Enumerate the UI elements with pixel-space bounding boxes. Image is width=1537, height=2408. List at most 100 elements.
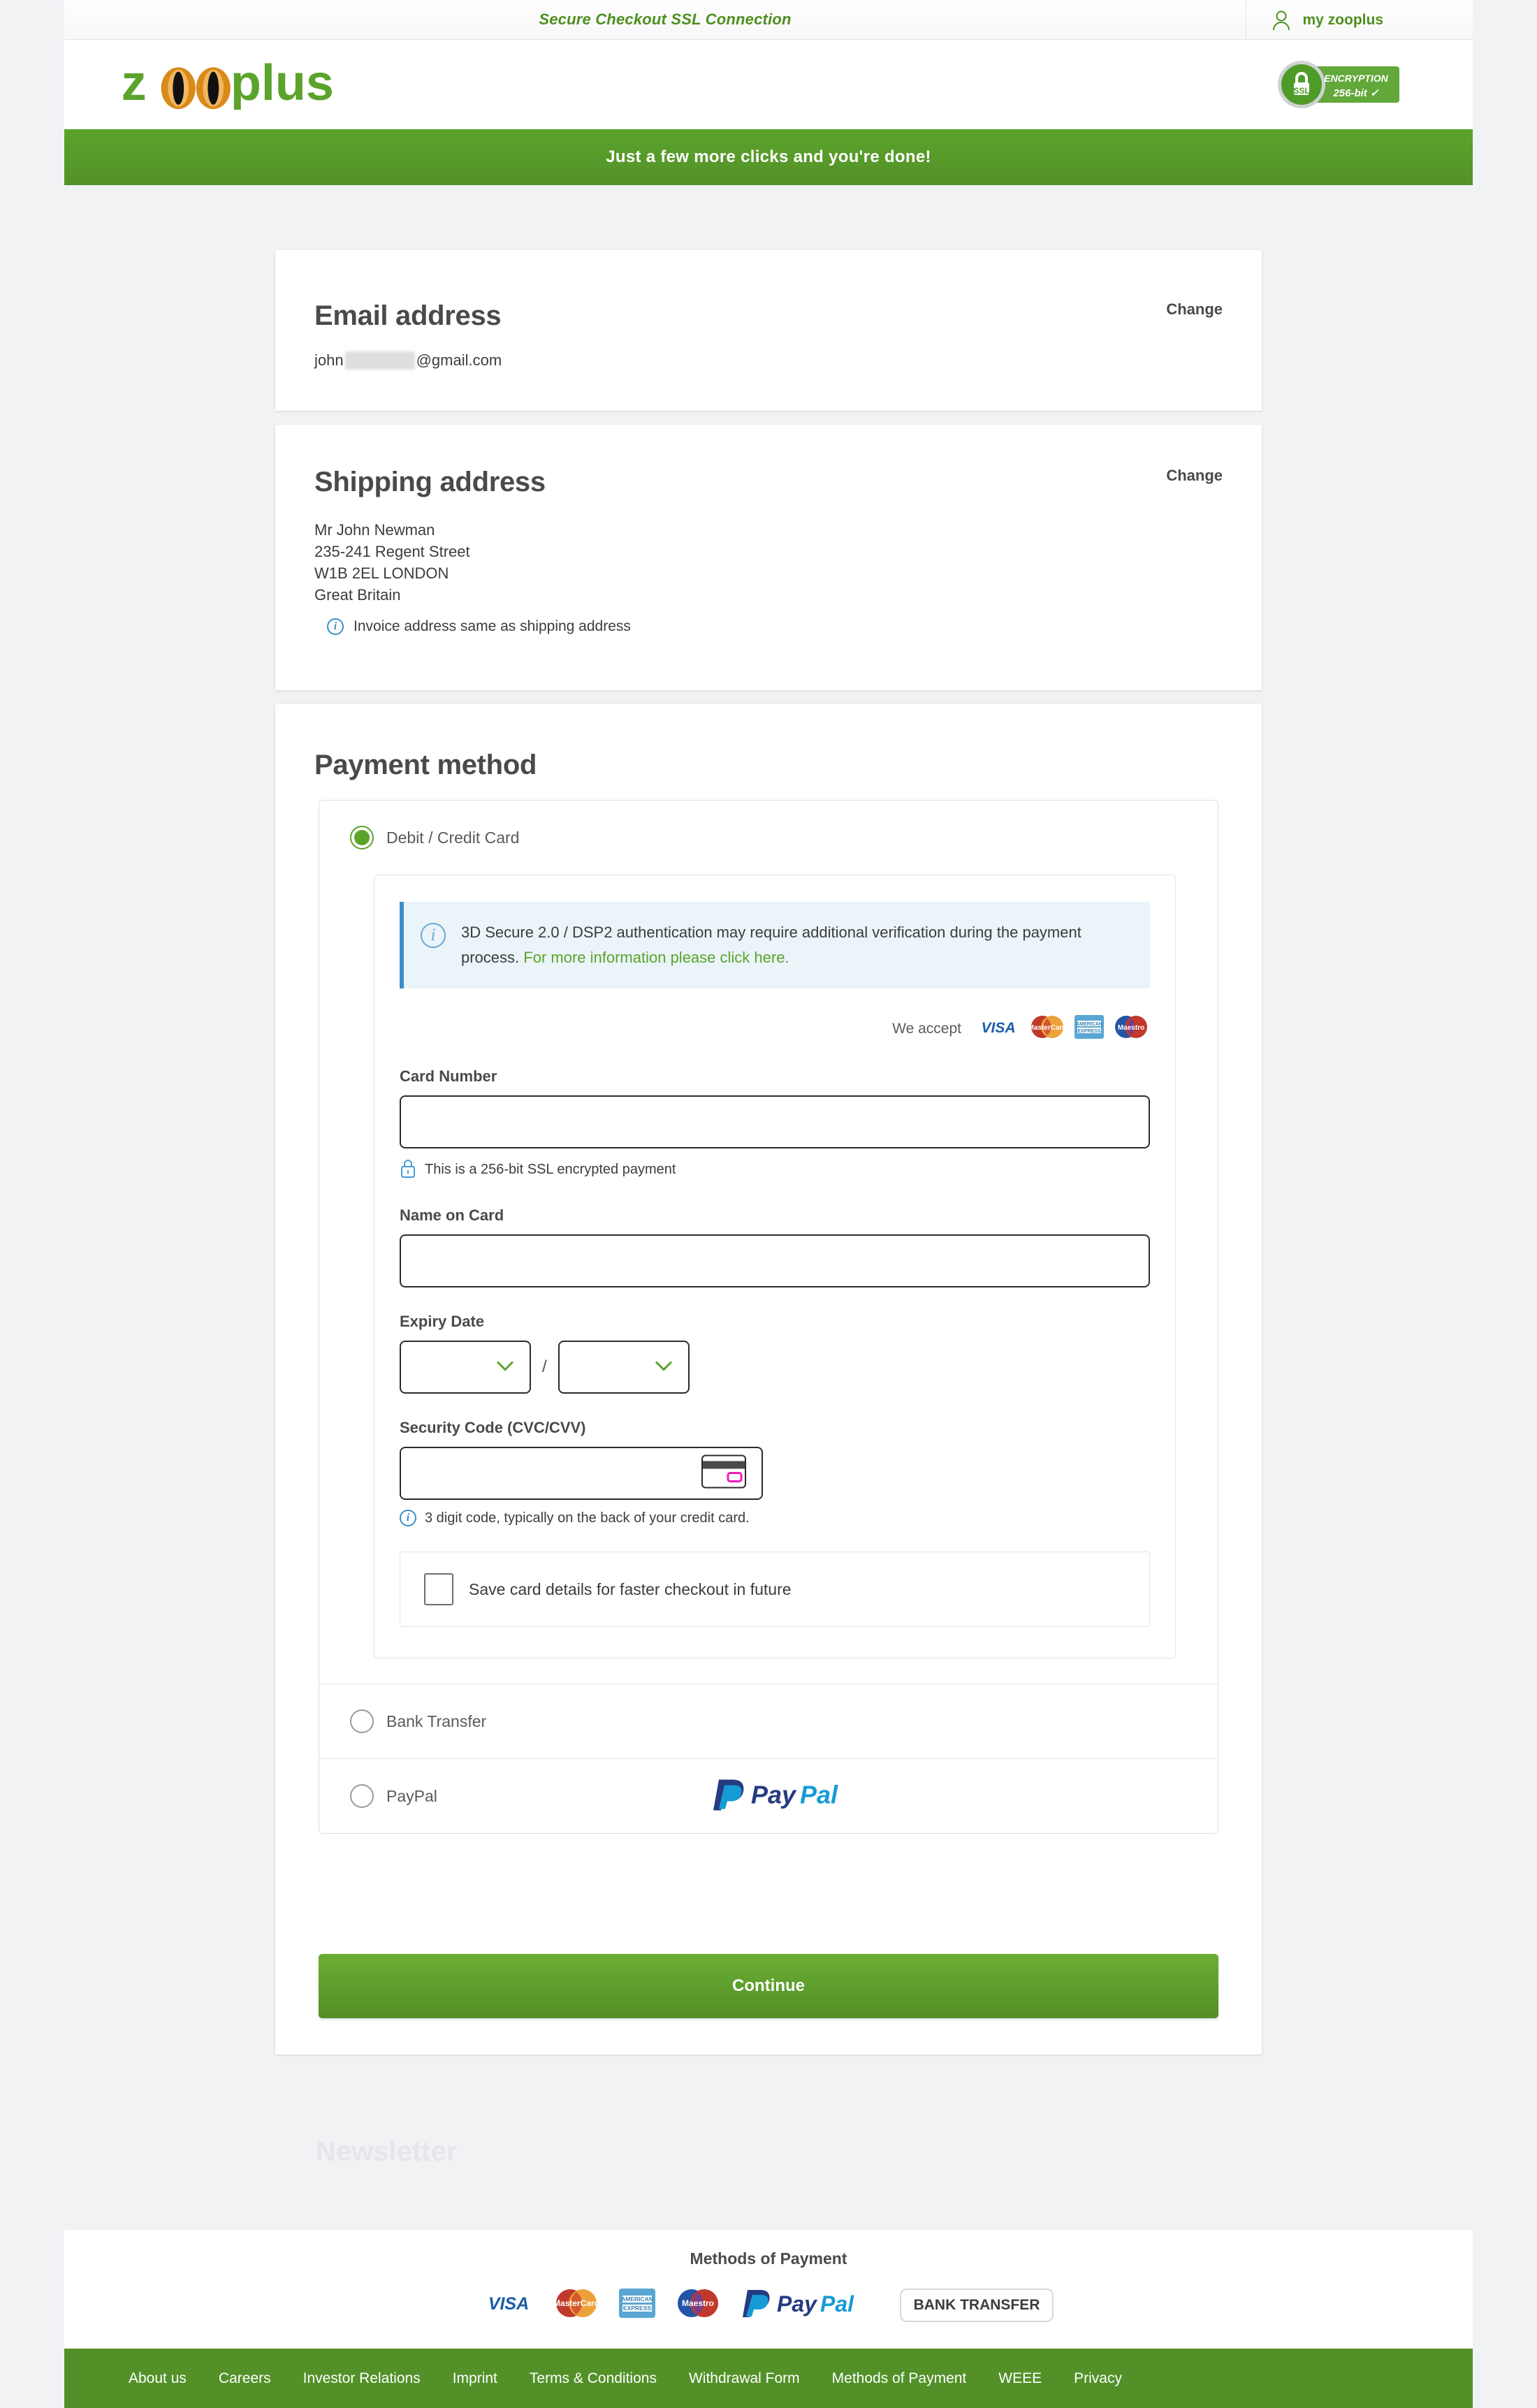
footer-link-imprint[interactable]: Imprint — [453, 2370, 497, 2387]
secure-checkout-claim: Secure Checkout SSL Connection — [539, 10, 792, 28]
svg-text:Pay: Pay — [751, 1781, 797, 1809]
footer-link-careers[interactable]: Careers — [219, 2370, 271, 2387]
utility-bar: Secure Checkout SSL Connection my zooplu… — [64, 0, 1473, 40]
payment-option-paypal[interactable]: PayPal Pay Pal — [319, 1758, 1218, 1833]
payment-card-header: Payment method — [275, 704, 1262, 781]
ssl-encryption-hint: This is a 256-bit SSL encrypted payment — [400, 1158, 1150, 1181]
shipping-address-lines: Mr John Newman 235-241 Regent Street W1B… — [314, 519, 1262, 606]
security-code-field[interactable] — [400, 1447, 763, 1500]
security-code-hint: i 3 digit code, typically on the back of… — [400, 1510, 1150, 1526]
info-icon: i — [400, 1510, 416, 1526]
radio-debit-credit-card[interactable] — [350, 826, 374, 849]
american-express-icon: AMERICAN EXPRESS — [1075, 1015, 1104, 1042]
name-on-card-label: Name on Card — [400, 1206, 504, 1224]
card-back-icon — [701, 1454, 746, 1492]
expiry-date-row: / — [400, 1341, 1150, 1394]
svg-text:z: z — [122, 59, 147, 110]
progress-banner-text: Just a few more clicks and you're done! — [606, 147, 931, 166]
expiry-year-select[interactable] — [558, 1341, 690, 1394]
footer-link-about-us[interactable]: About us — [129, 2370, 187, 2387]
footer-payment-methods: Methods of Payment VISA MasterCard AMERI… — [64, 2230, 1473, 2349]
svg-text:AMERICAN: AMERICAN — [1076, 1022, 1102, 1027]
shipping-card-header: Shipping address Change — [275, 425, 1262, 498]
chevron-down-icon — [496, 1360, 514, 1375]
payment-section-title: Payment method — [314, 750, 537, 780]
paypal-icon: Pay Pal — [741, 2286, 880, 2323]
payment-option-bank-label: Bank Transfer — [386, 1712, 487, 1730]
invoice-address-note: i Invoice address same as shipping addre… — [327, 618, 1262, 635]
we-accept-label: We accept — [892, 1020, 961, 1037]
address-line: Great Britain — [314, 586, 401, 604]
payment-option-card[interactable]: Debit / Credit Card i 3D Secure 2.0 / DS… — [319, 801, 1218, 1684]
svg-text:Maestro: Maestro — [682, 2298, 714, 2308]
newsletter-heading: Newsletter — [316, 2136, 458, 2167]
expiry-separator: / — [542, 1357, 547, 1376]
email-address-card: Email address Change john @gmail.com — [275, 250, 1262, 411]
svg-text:EXPRESS: EXPRESS — [1077, 1029, 1100, 1034]
card-number-label: Card Number — [400, 1067, 497, 1085]
address-line: 235-241 Regent Street — [314, 543, 470, 560]
paypal-logo: Pay Pal — [711, 1776, 857, 1817]
security-code-hint-text: 3 digit code, typically on the back of y… — [425, 1510, 750, 1526]
visa-icon: VISA — [977, 1018, 1020, 1039]
svg-text:Pal: Pal — [800, 1781, 838, 1809]
my-zooplus-link[interactable]: my zooplus — [1246, 0, 1383, 40]
footer-link-privacy[interactable]: Privacy — [1074, 2370, 1122, 2387]
change-email-link[interactable]: Change — [1166, 300, 1223, 319]
payment-method-list: Debit / Credit Card i 3D Secure 2.0 / DS… — [319, 800, 1218, 1834]
person-icon — [1272, 10, 1291, 31]
save-card-label: Save card details for faster checkout in… — [469, 1579, 792, 1598]
payment-option-card-header[interactable]: Debit / Credit Card — [350, 826, 1187, 849]
payment-option-card-label: Debit / Credit Card — [386, 828, 520, 847]
bank-transfer-badge: BANK TRANSFER — [899, 2288, 1054, 2322]
mastercard-icon: MasterCard — [1028, 1015, 1067, 1042]
more-information-link[interactable]: For more information please click here. — [523, 949, 789, 966]
address-line: W1B 2EL LONDON — [314, 564, 449, 582]
svg-text:AMERICAN: AMERICAN — [621, 2296, 653, 2303]
email-suffix: @gmail.com — [416, 351, 502, 369]
footer-link-weee[interactable]: WEEE — [998, 2370, 1042, 2387]
change-shipping-link[interactable]: Change — [1166, 467, 1223, 485]
save-card-option[interactable]: Save card details for faster checkout in… — [400, 1552, 1150, 1627]
checkout-page: Secure Checkout SSL Connection my zooplu… — [0, 0, 1537, 2408]
maestro-icon: Maestro — [1112, 1015, 1150, 1042]
radio-paypal[interactable] — [350, 1784, 374, 1808]
svg-text:MasterCard: MasterCard — [1028, 1024, 1066, 1032]
maestro-icon: Maestro — [675, 2289, 721, 2321]
name-on-card-input[interactable] — [400, 1234, 1150, 1287]
payment-option-bank-header[interactable]: Bank Transfer — [350, 1709, 1187, 1733]
card-number-input[interactable] — [400, 1095, 1150, 1148]
radio-bank-transfer[interactable] — [350, 1709, 374, 1733]
credit-card-form: i 3D Secure 2.0 / DSP2 authentication ma… — [374, 875, 1176, 1658]
footer-link-investor-relations[interactable]: Investor Relations — [303, 2370, 421, 2387]
email-address-value: john @gmail.com — [314, 351, 1262, 370]
email-section-title: Email address — [314, 300, 502, 331]
payment-option-bank-transfer[interactable]: Bank Transfer — [319, 1684, 1218, 1758]
continue-button[interactable]: Continue — [319, 1954, 1218, 2018]
payment-option-paypal-label: PayPal — [386, 1786, 437, 1805]
save-card-checkbox[interactable] — [424, 1573, 453, 1605]
progress-banner: Just a few more clicks and you're done! — [64, 129, 1473, 185]
email-card-header: Email address Change — [275, 250, 1262, 332]
email-prefix: john — [314, 351, 344, 369]
svg-text:Pay: Pay — [777, 2291, 818, 2316]
svg-text:MasterCard: MasterCard — [553, 2298, 599, 2308]
expiry-date-label: Expiry Date — [400, 1313, 485, 1330]
info-icon: i — [421, 923, 446, 948]
footer-link-withdrawal-form[interactable]: Withdrawal Form — [689, 2370, 800, 2387]
three-d-secure-alert-text: 3D Secure 2.0 / DSP2 authentication may … — [461, 920, 1129, 970]
footer-link-terms-conditions[interactable]: Terms & Conditions — [530, 2370, 657, 2387]
shipping-address-card: Shipping address Change Mr John Newman 2… — [275, 425, 1262, 690]
shipping-section-title: Shipping address — [314, 467, 546, 497]
expiry-month-select[interactable] — [400, 1341, 531, 1394]
ssl-hint-text: This is a 256-bit SSL encrypted payment — [425, 1162, 676, 1177]
svg-text:VISA: VISA — [488, 2294, 528, 2314]
svg-text:ENCRYPTION: ENCRYPTION — [1324, 73, 1388, 84]
svg-text:EXPRESS: EXPRESS — [623, 2305, 651, 2312]
svg-text:256-bit ✓: 256-bit ✓ — [1332, 87, 1379, 99]
footer-payment-logos: VISA MasterCard AMERICAN EXPRESS Maestro … — [64, 2286, 1473, 2323]
chevron-down-icon — [655, 1360, 673, 1375]
three-d-secure-alert: i 3D Secure 2.0 / DSP2 authentication ma… — [400, 902, 1150, 988]
footer-link-methods-of-payment[interactable]: Methods of Payment — [832, 2370, 967, 2387]
security-code-label: Security Code (CVC/CVV) — [400, 1419, 586, 1436]
